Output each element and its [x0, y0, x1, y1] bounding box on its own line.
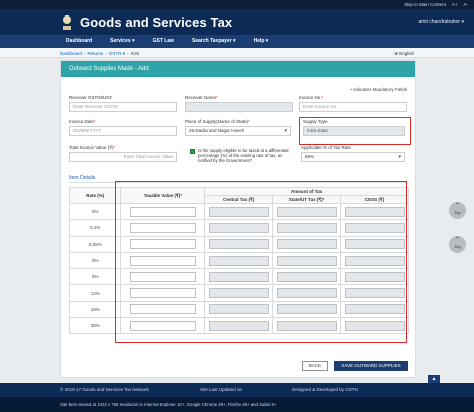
- accessibility-links: Skip to Main Content A+ A-: [404, 2, 468, 7]
- invoice-date-input[interactable]: DD/MM/YYYY: [69, 126, 177, 136]
- site-title: Goods and Services Tax: [80, 15, 233, 30]
- rate-header: Rate (%): [68, 187, 122, 204]
- skip-to-content-link[interactable]: Skip to Main Content: [404, 2, 446, 7]
- place-of-supply-label: Place of Supply(Name of State)*: [185, 119, 250, 124]
- font-increase-link[interactable]: A+: [452, 2, 458, 7]
- save-outward-supplies-button[interactable]: SAVE OUTWARD SUPPLIES: [334, 361, 408, 371]
- browser-note-bar: Site best viewed at 1024 x 768 resolutio…: [0, 397, 474, 412]
- designed-by-text: Designed & Developed by GSTN: [292, 387, 358, 392]
- back-to-top-button[interactable]: ▲: [428, 375, 440, 383]
- browser-note: Site best viewed at 1024 x 768 resolutio…: [60, 402, 277, 407]
- back-button[interactable]: BACK: [302, 361, 328, 371]
- breadcrumb-bar: Dashboard › Returns › GSTR-5 › B2B ⊕ Englis…: [0, 48, 474, 58]
- language-selector[interactable]: ⊕ English: [394, 51, 414, 57]
- chevron-up-icon: ⌃: [454, 203, 461, 209]
- supply-type-highlight: [299, 117, 411, 145]
- rate-cell: 0%: [68, 202, 122, 221]
- copyright-text: © 2016-17 Goods and Services Tax Network: [60, 387, 149, 392]
- item-details-title: Item Details: [69, 175, 96, 181]
- nav-services[interactable]: Services ▾: [101, 35, 143, 48]
- last-updated-text: Site Last Updated on: [200, 387, 243, 392]
- receiver-name-input[interactable]: [185, 102, 293, 112]
- nav-gst-law[interactable]: GST Law: [144, 35, 183, 48]
- scroll-top-button[interactable]: ⌃ Top: [449, 236, 466, 253]
- receiver-gstin-input[interactable]: Enter Receiver GSTIN: [69, 102, 177, 112]
- invoice-no-label: Invoice No.*: [299, 95, 324, 100]
- nav-dashboard[interactable]: Dashboard: [60, 35, 101, 48]
- breadcrumb-returns[interactable]: Returns: [88, 51, 104, 56]
- invoice-date-label: Invoice Date*: [69, 119, 96, 124]
- national-emblem-icon: [63, 15, 71, 30]
- chevron-down-icon: ▾: [284, 128, 287, 134]
- rate-cell: 5%: [68, 268, 122, 286]
- breadcrumb: Dashboard › Returns › GSTR-5 › B2B: [60, 50, 140, 56]
- chevron-up-icon: ▲: [431, 376, 437, 382]
- breadcrumb-current: B2B: [130, 50, 140, 56]
- differential-rate-checkbox[interactable]: [190, 149, 195, 154]
- form-title: Outward Supplies Made - Add: [61, 61, 415, 77]
- applicable-pct-select[interactable]: 65% ▾: [301, 152, 405, 162]
- rate-cell: 3%: [68, 251, 122, 270]
- scroll-top-button[interactable]: ⌃ Top: [449, 202, 466, 219]
- rate-cell: 12%: [68, 284, 122, 302]
- chevron-down-icon: ▾: [398, 154, 401, 160]
- differential-rate-text: Is the supply eligible to be taxed at a …: [198, 148, 289, 164]
- receiver-name-label: Receiver Name*: [185, 95, 218, 100]
- total-invoice-value-input[interactable]: Enter Total Invoice Value: [69, 152, 177, 162]
- chevron-up-icon: ⌃: [454, 237, 461, 243]
- top-strip: Skip to Main Content A+ A-: [0, 0, 474, 9]
- breadcrumb-dashboard[interactable]: Dashboard: [60, 51, 82, 56]
- rate-cell: 28%: [68, 317, 122, 335]
- outward-supplies-form: Outward Supplies Made - Add • Indicates …: [60, 60, 416, 378]
- invoice-no-input[interactable]: Enter Invoice No.: [299, 102, 407, 112]
- nav-search-taxpayer[interactable]: Search Taxpayer ▾: [183, 35, 245, 48]
- font-decrease-link[interactable]: A-: [464, 2, 469, 7]
- globe-icon: ⊕: [394, 50, 398, 56]
- rate-cell: 0.1%: [68, 219, 122, 237]
- rate-cell: 0.25%: [68, 235, 122, 253]
- place-of-supply-select[interactable]: 26-Dadra and Nagar Haveli ▾: [185, 126, 291, 136]
- receiver-gstin-label: Receiver GSTIN/UIN*: [69, 95, 113, 100]
- user-menu[interactable]: amit chandrabahor ▾: [418, 19, 464, 25]
- tax-values-highlight: [115, 181, 407, 343]
- main-navbar: Dashboard Services ▾ GST Law Search Taxp…: [0, 35, 474, 48]
- breadcrumb-gstr5[interactable]: GSTR-5: [109, 51, 126, 56]
- nav-help[interactable]: Help ▾: [245, 35, 278, 48]
- site-header: Goods and Services Tax amit chandrabahor…: [0, 9, 474, 35]
- mandatory-note: • Indicates Mandatory Fields: [350, 87, 407, 92]
- total-invoice-value-label: Total Invoice Value (₹)*: [69, 145, 116, 150]
- applicable-pct-label: Applicable % of Tax Rate: [301, 145, 351, 150]
- site-footer: © 2016-17 Goods and Services Tax Network…: [0, 383, 474, 397]
- rate-cell: 18%: [68, 300, 122, 319]
